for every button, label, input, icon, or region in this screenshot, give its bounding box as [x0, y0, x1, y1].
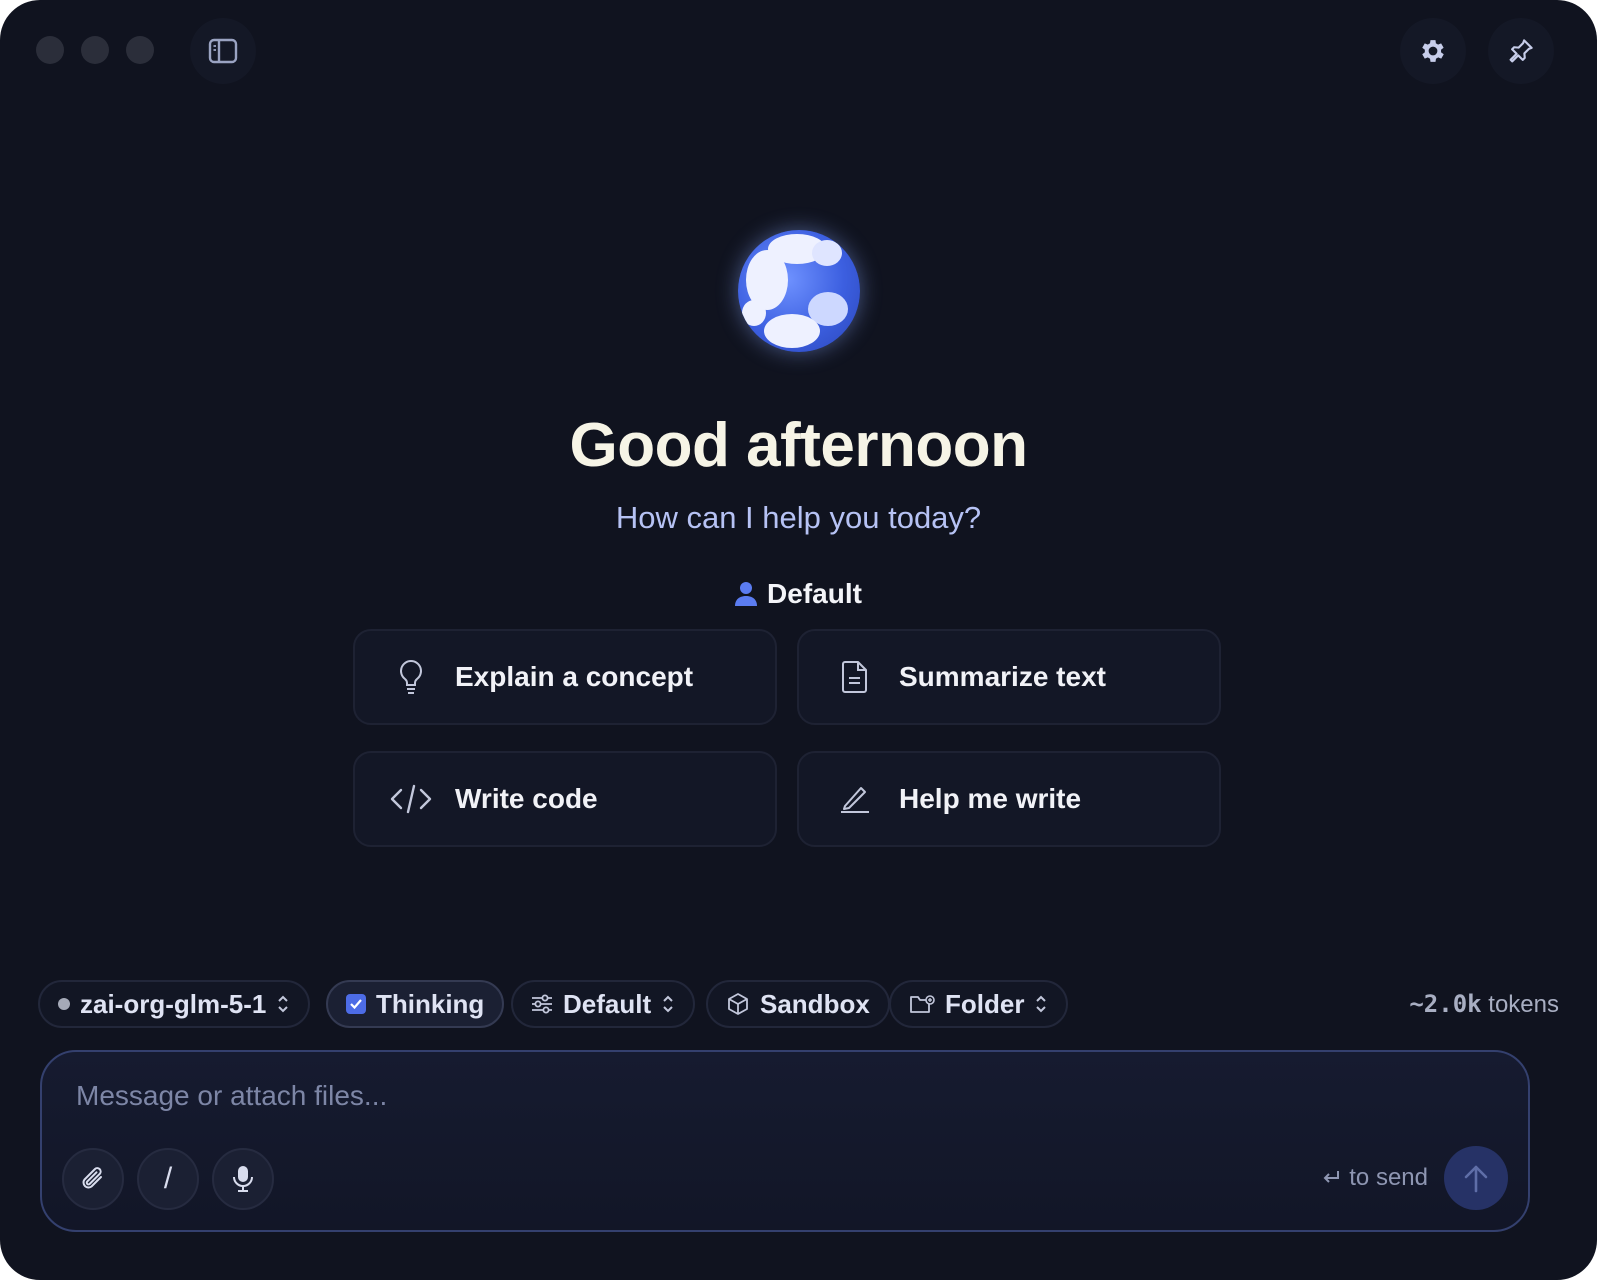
- microphone-icon: [233, 1166, 253, 1192]
- token-count-label: tokens: [1488, 991, 1559, 1018]
- close-window-button[interactable]: [36, 36, 64, 64]
- greeting-title: Good afternoon: [569, 411, 1028, 480]
- slash-command-button[interactable]: /: [137, 1148, 199, 1210]
- chevron-updown-icon: [278, 995, 289, 1013]
- send-hint: to send: [1321, 1164, 1428, 1192]
- code-icon: [390, 784, 432, 814]
- send-hint-label: to send: [1349, 1164, 1428, 1191]
- arrow-up-icon: [1464, 1165, 1488, 1193]
- zoom-window-button[interactable]: [126, 36, 154, 64]
- pin-button[interactable]: [1488, 18, 1554, 84]
- settings-button[interactable]: [1400, 18, 1466, 84]
- message-input[interactable]: [74, 1070, 1378, 1122]
- thinking-toggle[interactable]: Thinking: [326, 980, 505, 1028]
- send-button[interactable]: [1444, 1146, 1508, 1210]
- message-composer: / to send: [40, 1050, 1530, 1232]
- sidebar-toggle-icon: [208, 38, 238, 64]
- model-selector[interactable]: zai-org-glm-5-1: [38, 980, 311, 1028]
- token-count-value: ~2.0k: [1409, 990, 1482, 1018]
- document-icon: [842, 661, 867, 693]
- model-status-dot: [58, 998, 70, 1010]
- app-window: Good afternoon How can I help you today?…: [0, 0, 1597, 1280]
- sidebar-toggle-button[interactable]: [190, 18, 256, 84]
- preset-label: Default: [563, 988, 652, 1019]
- sandbox-label: Sandbox: [760, 988, 870, 1019]
- user-icon: [735, 582, 758, 606]
- token-count: ~2.0k tokens: [1409, 990, 1559, 1019]
- profile-label: Default: [767, 578, 862, 609]
- model-label: zai-org-glm-5-1: [80, 988, 267, 1019]
- cube-icon: [728, 993, 748, 1015]
- suggestion-label: Explain a concept: [455, 661, 694, 692]
- paperclip-icon: [82, 1167, 102, 1189]
- suggestion-explain-concept[interactable]: Explain a concept: [353, 629, 777, 725]
- chevron-updown-icon: [663, 995, 673, 1013]
- folder-selector[interactable]: Folder: [889, 980, 1069, 1028]
- app-logo-orb: [738, 230, 860, 352]
- preset-selector[interactable]: Default: [511, 980, 696, 1028]
- attach-button[interactable]: [62, 1148, 124, 1210]
- suggestion-label: Summarize text: [899, 661, 1106, 692]
- sliders-icon: [532, 994, 552, 1014]
- folder-label: Folder: [945, 988, 1025, 1019]
- thinking-label: Thinking: [376, 988, 485, 1019]
- suggestion-label: Write code: [455, 783, 598, 814]
- chevron-updown-icon: [1036, 995, 1047, 1013]
- suggestion-help-me-write[interactable]: Help me write: [797, 751, 1221, 847]
- lightbulb-icon: [400, 659, 422, 694]
- sandbox-button[interactable]: Sandbox: [706, 980, 890, 1028]
- slash-label: /: [163, 1162, 173, 1195]
- pin-icon: [1509, 39, 1533, 63]
- folder-add-icon: [910, 995, 935, 1013]
- minimize-window-button[interactable]: [81, 36, 109, 64]
- thinking-checkbox[interactable]: [346, 994, 366, 1014]
- suggestion-label: Help me write: [899, 783, 1082, 814]
- gear-icon: [1422, 40, 1444, 62]
- voice-input-button[interactable]: [212, 1148, 274, 1210]
- greeting-subtitle: How can I help you today?: [615, 500, 982, 535]
- return-icon: [1323, 1171, 1340, 1183]
- pen-icon: [841, 787, 869, 813]
- suggestion-summarize-text[interactable]: Summarize text: [797, 629, 1221, 725]
- check-icon: [350, 999, 362, 1010]
- suggestion-write-code[interactable]: Write code: [353, 751, 777, 847]
- profile-selector[interactable]: Default: [0, 578, 1597, 610]
